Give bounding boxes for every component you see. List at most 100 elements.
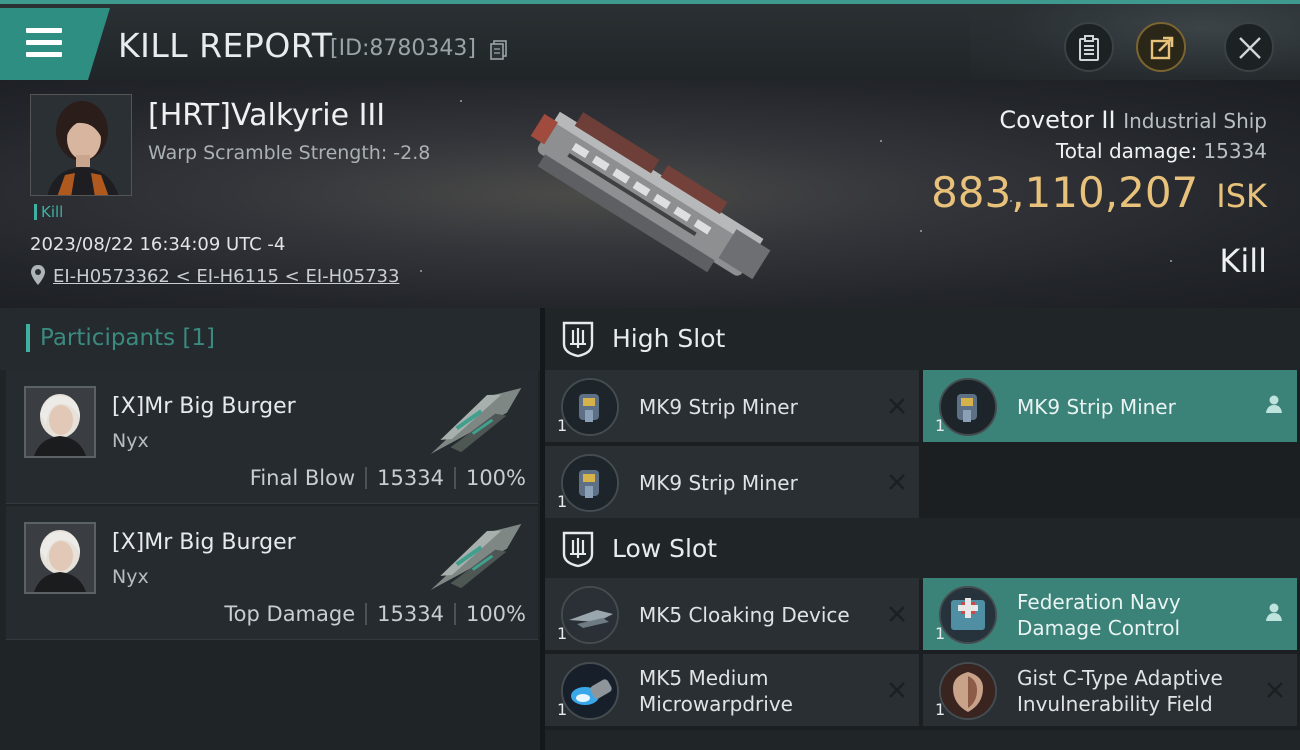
total-damage-label: Total damage: (1055, 139, 1198, 163)
victim-name[interactable]: [HRT]Valkyrie III (148, 98, 385, 133)
victim-ship-image[interactable] (510, 94, 790, 294)
pilot-portrait-image (31, 95, 131, 195)
strip-miner-icon (939, 378, 997, 436)
damage-control-icon (939, 586, 997, 644)
location-pin-icon (31, 265, 45, 285)
module-name: MK5 Medium Microwarpdrive (639, 665, 793, 717)
total-damage-value: 15334 (1203, 139, 1267, 163)
star (1170, 260, 1172, 262)
participant-ship-image[interactable] (416, 512, 536, 602)
cloaking-device-icon (561, 586, 619, 644)
low-slot-icon (562, 531, 594, 568)
participant-ship-image[interactable] (416, 376, 536, 466)
warp-scramble-strength: Warp Scramble Strength: -2.8 (148, 142, 431, 164)
module-name: Gist C-Type Adaptive Invulnerability Fie… (1017, 665, 1223, 717)
module-name-line-2: Damage Control (1017, 616, 1181, 640)
divider (365, 603, 368, 625)
clipboard-button[interactable] (1064, 22, 1114, 72)
star (420, 270, 422, 272)
module-quantity: 1 (557, 700, 568, 719)
star (460, 100, 462, 102)
participant-ship: Nyx (112, 566, 149, 588)
destroyed-x-icon (889, 682, 905, 698)
clipboard-icon (1079, 35, 1099, 61)
share-icon (1150, 36, 1174, 60)
module-quantity: 1 (557, 416, 568, 435)
participant-row[interactable]: [X]Mr Big Burger Nyx Final Blow 15334 100% (6, 370, 538, 504)
dropped-person-icon (1266, 395, 1282, 413)
victim-banner: [HRT]Valkyrie III Warp Scramble Strength… (0, 80, 1300, 308)
victim-avatar[interactable] (30, 94, 132, 196)
module-quantity: 1 (935, 700, 946, 719)
kill-tag: Kill (34, 204, 63, 220)
menu-icon (26, 28, 62, 33)
victim-ship[interactable]: Covetor II Industrial Ship (999, 106, 1267, 134)
participant-ship: Nyx (112, 430, 149, 452)
participants-header: Participants [1] (0, 308, 540, 370)
participants-panel: Participants [1] [X]Mr Big Burger Nyx Fi… (0, 308, 540, 750)
participant-stats: Final Blow 15334 100% (250, 466, 526, 490)
module-card[interactable]: 1 Federation Navy Damage Control (923, 578, 1297, 650)
participant-damage: 15334 (377, 466, 444, 490)
copy-icon[interactable] (490, 40, 508, 60)
report-id: [ID:8780343] (330, 36, 476, 61)
module-name: MK9 Strip Miner (1017, 395, 1176, 419)
module-quantity: 1 (557, 492, 568, 511)
module-name: MK9 Strip Miner (639, 471, 798, 495)
location-link[interactable]: EI-H0573362 < EI-H6115 < EI-H05733 (53, 266, 399, 287)
isk-unit: ISK (1216, 177, 1267, 215)
module-name: MK5 Cloaking Device (639, 603, 850, 627)
participant-percent: 100% (465, 602, 526, 626)
close-icon (1239, 37, 1261, 59)
low-slot-header: Low Slot (545, 518, 1300, 580)
module-name-line-2: Invulnerability Field (1017, 692, 1213, 716)
module-name: MK9 Strip Miner (639, 395, 798, 419)
divider (453, 467, 456, 489)
dropped-person-icon (1266, 603, 1282, 621)
menu-button[interactable] (0, 8, 110, 80)
participant-role: Top Damage (224, 602, 356, 626)
participant-role: Final Blow (249, 466, 356, 490)
module-name-line-1: MK5 Medium (639, 666, 769, 690)
microwarpdrive-icon (561, 662, 619, 720)
ship-class: Industrial Ship (1123, 109, 1267, 133)
module-card[interactable]: 1 MK9 Strip Miner (923, 370, 1297, 442)
module-quantity: 1 (935, 624, 946, 643)
page-title: KILL REPORT (118, 26, 333, 65)
invulnerability-field-icon (939, 662, 997, 720)
participant-portrait (26, 388, 94, 456)
next-slot-header (545, 730, 1300, 750)
destroyed-x-icon (889, 474, 905, 490)
strip-miner-icon (561, 454, 619, 512)
kill-datetime: 2023/08/22 16:34:09 UTC -4 (30, 234, 286, 255)
module-name-line-2: Microwarpdrive (639, 692, 793, 716)
module-name-line-1: Gist C-Type Adaptive (1017, 666, 1223, 690)
destroyed-x-icon (1267, 682, 1283, 698)
total-damage: Total damage: 15334 (1056, 139, 1267, 163)
star (920, 230, 922, 232)
participant-damage: 15334 (377, 602, 444, 626)
module-name-line-1: Federation Navy (1017, 590, 1181, 614)
menu-icon-bar-3 (26, 52, 62, 57)
close-button[interactable] (1224, 22, 1274, 72)
title-bar: KILL REPORT [ID:8780343] (0, 0, 1300, 84)
module-name: Federation Navy Damage Control (1017, 589, 1181, 641)
fitting-panel: High Slot 1 MK9 Strip Miner 1 MK9 Strip … (545, 308, 1300, 750)
isk-amount: 883,110,207 (931, 168, 1199, 217)
participants-title: Participants [1] (26, 324, 215, 352)
module-card[interactable]: 1 MK9 Strip Miner (545, 370, 919, 442)
avatar[interactable] (24, 522, 96, 594)
result-label: Kill (1219, 242, 1267, 280)
module-card[interactable]: 1 MK5 Cloaking Device (545, 578, 919, 650)
share-button[interactable] (1136, 22, 1186, 72)
module-card[interactable]: 1 MK9 Strip Miner (545, 446, 919, 518)
avatar[interactable] (24, 386, 96, 458)
module-card[interactable]: 1 Gist C-Type Adaptive Invulnerability F… (923, 654, 1297, 726)
participant-name[interactable]: [X]Mr Big Burger (112, 394, 296, 419)
participant-row[interactable]: [X]Mr Big Burger Nyx Top Damage 15334 100% (6, 506, 538, 640)
module-card[interactable]: 1 MK5 Medium Microwarpdrive (545, 654, 919, 726)
participant-name[interactable]: [X]Mr Big Burger (112, 530, 296, 555)
strip-miner-icon (561, 378, 619, 436)
participant-percent: 100% (465, 466, 526, 490)
isk-value: 883,110,207 ISK (931, 168, 1267, 217)
